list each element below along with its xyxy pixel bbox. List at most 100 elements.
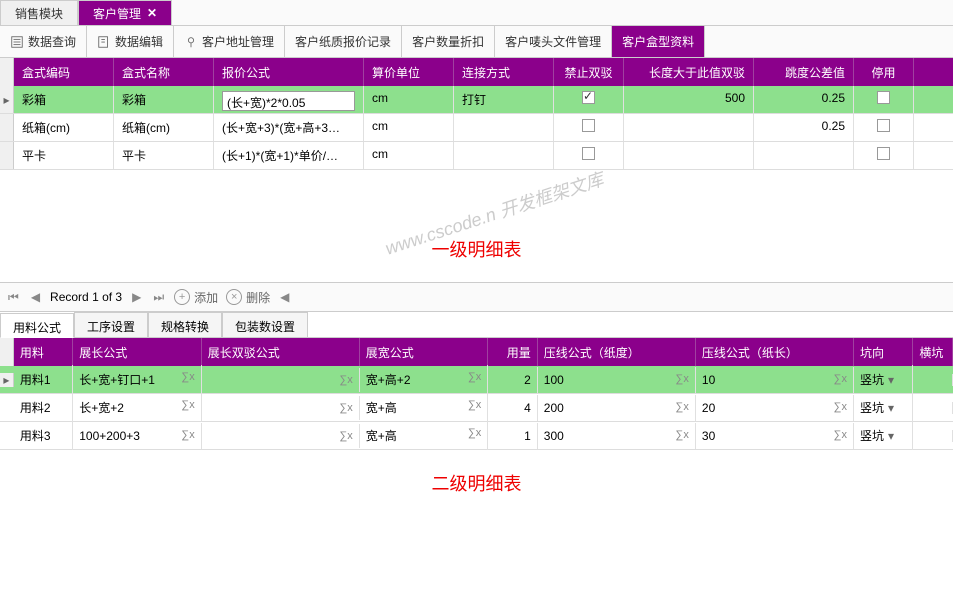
cell-name[interactable]: 纸箱(cm) [114, 114, 214, 141]
tab-sales-module[interactable]: 销售模块 [0, 0, 78, 25]
fx-icon[interactable]: ∑x [834, 401, 847, 413]
checkbox-icon[interactable] [582, 91, 595, 104]
prev-button[interactable]: ◀ [29, 290, 42, 304]
cell-name[interactable]: 平卡 [114, 142, 214, 169]
fx-icon[interactable]: ∑x [181, 399, 194, 411]
cell-forbid[interactable] [554, 142, 624, 169]
checkbox-icon[interactable] [877, 119, 890, 132]
col-qty[interactable]: 用量 [488, 338, 538, 366]
col-unit[interactable]: 算价单位 [364, 58, 454, 86]
col-formula[interactable]: 报价公式 [214, 58, 364, 86]
cell-pl[interactable]: 10∑x [696, 367, 854, 393]
cell-conn[interactable] [454, 142, 554, 169]
tab-process[interactable]: 工序设置 [74, 312, 148, 337]
cell-zl[interactable]: 100+200+3∑x [73, 423, 201, 449]
cell-pw[interactable]: 100∑x [538, 367, 696, 393]
fx-icon[interactable]: ∑x [468, 371, 481, 383]
cell-forbid[interactable] [554, 114, 624, 141]
tab-material-formula[interactable]: 用料公式 [0, 313, 74, 338]
cell-pw[interactable]: 200∑x [538, 395, 696, 421]
cell-qty[interactable]: 2 [488, 367, 538, 393]
fx-icon[interactable]: ∑x [676, 429, 689, 441]
cell-unit[interactable]: cm [364, 114, 454, 141]
btn-paper-quote[interactable]: 客户纸质报价记录 [285, 26, 402, 57]
cell-h[interactable] [913, 374, 953, 386]
col-conn[interactable]: 连接方式 [454, 58, 554, 86]
cell-zk[interactable]: 宽+高∑x [360, 393, 488, 422]
table-row[interactable]: 用料3100+200+3∑x∑x宽+高∑x1300∑x30∑x竖坑▾ [0, 422, 953, 450]
cell-unit[interactable]: cm [364, 142, 454, 169]
close-icon[interactable]: ✕ [147, 6, 157, 20]
table-row[interactable]: ▸用料1长+宽+钉口+1∑x∑x宽+高+2∑x2100∑x10∑x竖坑▾ [0, 366, 953, 394]
cell-zlv[interactable]: ∑x [202, 424, 360, 448]
cell-dis[interactable] [854, 114, 914, 141]
col-zk[interactable]: 展宽公式 [360, 338, 488, 366]
fx-icon[interactable]: ∑x [834, 373, 847, 385]
fx-icon[interactable]: ∑x [339, 402, 352, 414]
cell-formula[interactable]: (长+宽+3)*(宽+高+3… [214, 114, 364, 141]
cell-zl[interactable]: 长+宽+2∑x [73, 393, 201, 422]
checkbox-icon[interactable] [582, 119, 595, 132]
cell-conn[interactable] [454, 114, 554, 141]
col-dis[interactable]: 停用 [854, 58, 914, 86]
cell-qty[interactable]: 1 [488, 423, 538, 449]
checkbox-icon[interactable] [877, 91, 890, 104]
more-button[interactable]: ◀ [278, 290, 291, 304]
cell-material[interactable]: 用料3 [14, 421, 73, 450]
cell-code[interactable]: 彩箱 [14, 86, 114, 113]
col-name[interactable]: 盒式名称 [114, 58, 214, 86]
cell-len[interactable] [624, 142, 754, 169]
cell-len[interactable]: 500 [624, 86, 754, 113]
cell-tol[interactable]: 0.25 [754, 86, 854, 113]
col-zlv[interactable]: 展长双驳公式 [202, 338, 360, 366]
cell-tol[interactable]: 0.25 [754, 114, 854, 141]
cell-pl[interactable]: 30∑x [696, 423, 854, 449]
chevron-down-icon[interactable]: ▾ [884, 429, 898, 443]
cell-dis[interactable] [854, 86, 914, 113]
cell-material[interactable]: 用料1 [14, 365, 73, 394]
cell-formula[interactable]: (长+1)*(宽+1)*单价/… [214, 142, 364, 169]
chevron-down-icon[interactable]: ▾ [884, 401, 898, 415]
cell-pl[interactable]: 20∑x [696, 395, 854, 421]
fx-icon[interactable]: ∑x [181, 429, 194, 441]
chevron-down-icon[interactable]: ▾ [884, 373, 898, 387]
fx-icon[interactable]: ∑x [468, 399, 481, 411]
last-button[interactable]: ⏭ [151, 290, 166, 305]
btn-data-edit[interactable]: 数据编辑 [87, 26, 174, 57]
cell-material[interactable]: 用料2 [14, 393, 73, 422]
cell-zlv[interactable]: ∑x [202, 368, 360, 392]
cell-pw[interactable]: 300∑x [538, 423, 696, 449]
table-row[interactable]: 纸箱(cm)纸箱(cm)(长+宽+3)*(宽+高+3…cm0.25 [0, 114, 953, 142]
btn-data-query[interactable]: 数据查询 [0, 26, 87, 57]
col-h[interactable]: 横坑 [913, 338, 953, 366]
delete-button[interactable]: ×删除 [226, 289, 270, 306]
col-forbid[interactable]: 禁止双驳 [554, 58, 624, 86]
tab-customer-mgmt[interactable]: 客户管理 ✕ [78, 0, 172, 25]
table-row[interactable]: 用料2长+宽+2∑x∑x宽+高∑x4200∑x20∑x竖坑▾ [0, 394, 953, 422]
btn-mark-files[interactable]: 客户唛头文件管理 [495, 26, 612, 57]
fx-icon[interactable]: ∑x [468, 427, 481, 439]
btn-address-mgmt[interactable]: 客户地址管理 [174, 26, 285, 57]
cell-dir[interactable]: 竖坑▾ [854, 365, 913, 394]
btn-qty-discount[interactable]: 客户数量折扣 [402, 26, 495, 57]
cell-h[interactable] [913, 430, 953, 442]
cell-dir[interactable]: 竖坑▾ [854, 421, 913, 450]
col-tol[interactable]: 跳度公差值 [754, 58, 854, 86]
next-button[interactable]: ▶ [130, 290, 143, 304]
tab-spec-convert[interactable]: 规格转换 [148, 312, 222, 337]
cell-name[interactable]: 彩箱 [114, 86, 214, 113]
checkbox-icon[interactable] [582, 147, 595, 160]
col-material[interactable]: 用料 [14, 338, 73, 366]
col-code[interactable]: 盒式编码 [14, 58, 114, 86]
cell-code[interactable]: 纸箱(cm) [14, 114, 114, 141]
btn-box-type[interactable]: 客户盒型资料 [612, 26, 705, 57]
cell-len[interactable] [624, 114, 754, 141]
cell-zl[interactable]: 长+宽+钉口+1∑x [73, 365, 201, 394]
col-zl[interactable]: 展长公式 [73, 338, 201, 366]
cell-zk[interactable]: 宽+高∑x [360, 421, 488, 450]
cell-dir[interactable]: 竖坑▾ [854, 393, 913, 422]
fx-icon[interactable]: ∑x [339, 430, 352, 442]
col-dir[interactable]: 坑向 [854, 338, 913, 366]
cell-code[interactable]: 平卡 [14, 142, 114, 169]
first-button[interactable]: ⏮ [6, 290, 21, 305]
